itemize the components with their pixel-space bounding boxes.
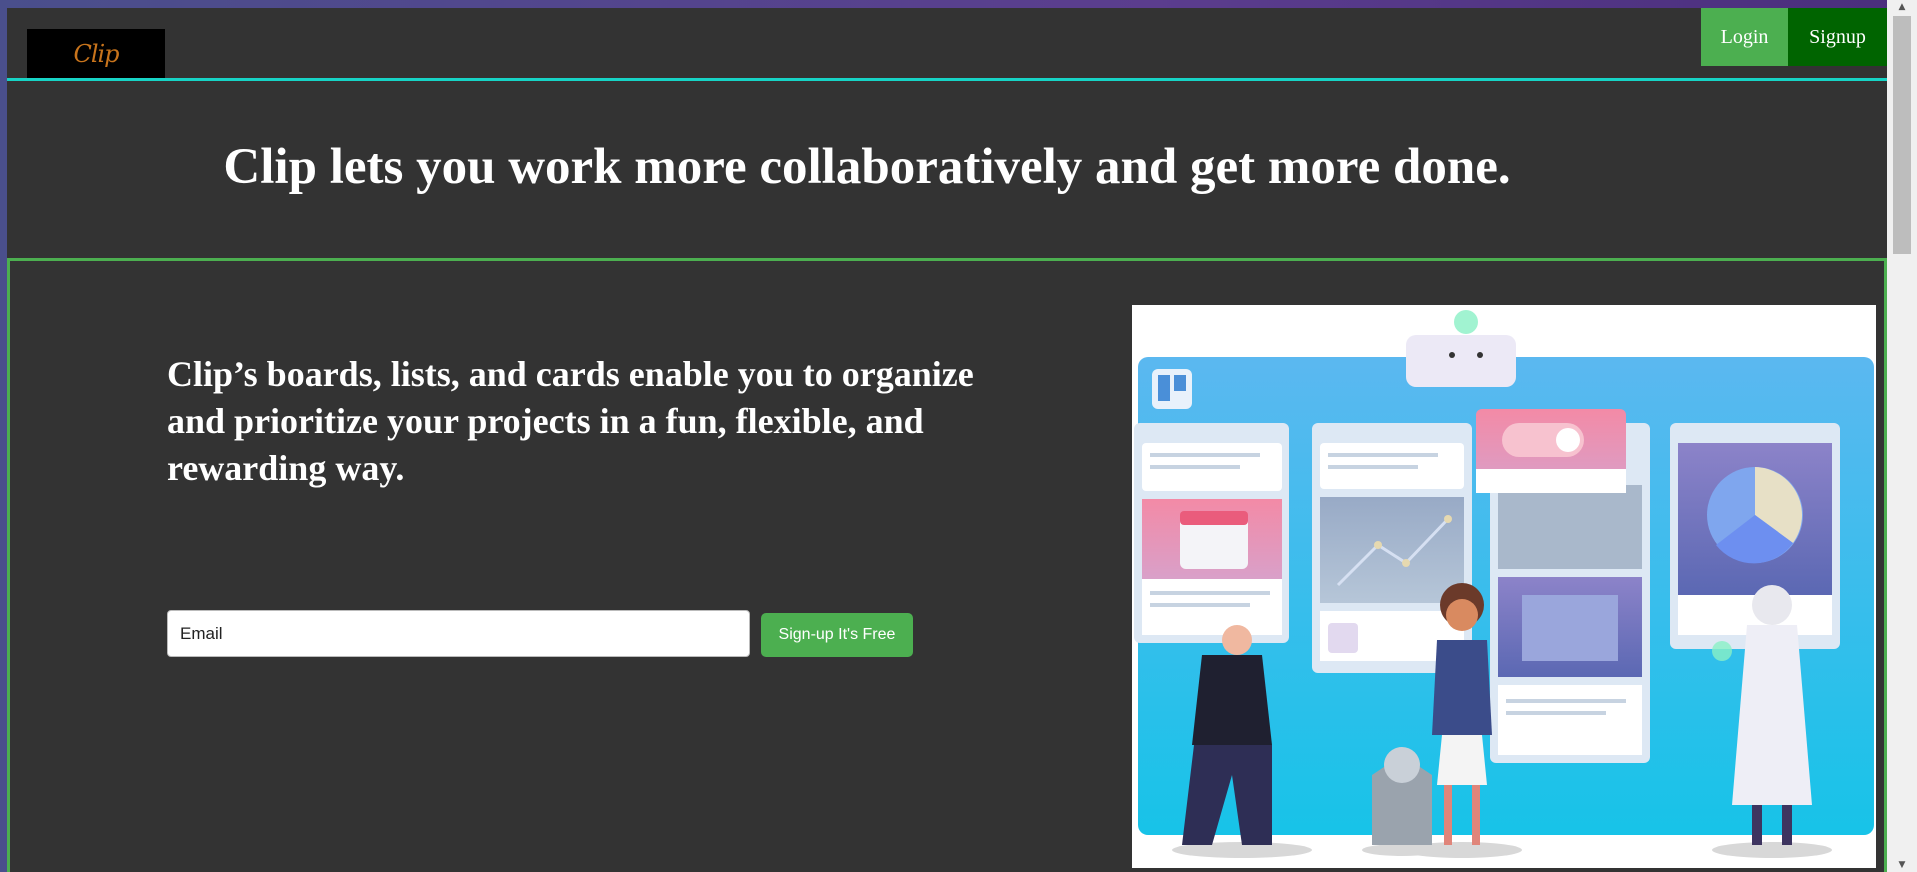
page: Clip Login Signup Clip lets you work mor… xyxy=(7,8,1887,872)
logo[interactable]: Clip xyxy=(27,29,165,78)
signup-button[interactable]: Signup xyxy=(1788,8,1887,66)
scroll-up-arrow-icon[interactable]: ▲ xyxy=(1887,0,1917,14)
vertical-scrollbar[interactable]: ▲ ▼ xyxy=(1887,0,1917,872)
signup-free-button[interactable]: Sign-up It's Free xyxy=(761,613,913,657)
header-divider xyxy=(7,78,1887,81)
team-board-illustration xyxy=(1132,305,1876,868)
logo-text: Clip xyxy=(73,39,119,68)
login-button[interactable]: Login xyxy=(1701,8,1788,66)
feature-description: Clip’s boards, lists, and cards enable y… xyxy=(167,354,974,488)
feature-section: Clip’s boards, lists, and cards enable y… xyxy=(7,258,1887,872)
scroll-thumb[interactable] xyxy=(1893,16,1911,254)
navbar: Clip Login Signup xyxy=(7,8,1887,81)
email-input[interactable] xyxy=(167,610,750,657)
scroll-down-arrow-icon[interactable]: ▼ xyxy=(1887,858,1917,872)
hero-headline: Clip lets you work more collaboratively … xyxy=(223,139,1511,195)
